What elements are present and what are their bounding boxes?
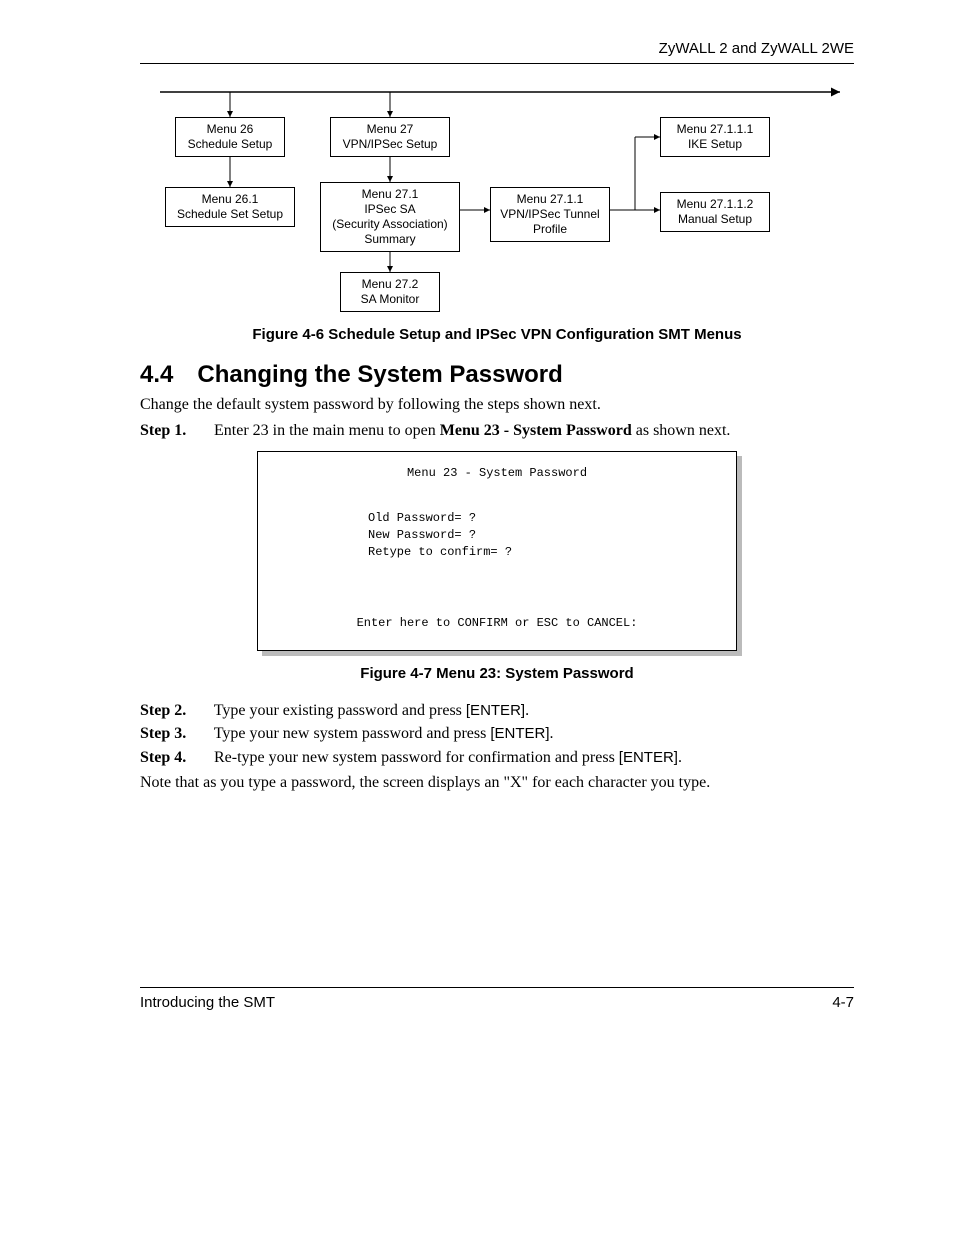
step-label: Step 1.	[140, 420, 210, 442]
box-line: SA Monitor	[347, 292, 433, 307]
box-menu-27-2: Menu 27.2 SA Monitor	[340, 272, 440, 312]
box-menu-27: Menu 27 VPN/IPSec Setup	[330, 117, 450, 157]
step-1: Step 1. Enter 23 in the main menu to ope…	[140, 420, 854, 442]
box-line: IPSec SA	[327, 202, 453, 217]
section-heading: 4.4 Changing the System Password	[140, 361, 854, 389]
box-menu-27-1-1: Menu 27.1.1 VPN/IPSec Tunnel Profile	[490, 187, 610, 242]
step-text: Enter 23 in the main menu to open	[214, 422, 440, 439]
box-menu-26: Menu 26 Schedule Setup	[175, 117, 285, 157]
step-tail: .	[525, 702, 529, 719]
box-line: (Security Association)	[327, 217, 453, 232]
box-menu-26-1: Menu 26.1 Schedule Set Setup	[165, 187, 295, 227]
box-line: Menu 27.1	[327, 187, 453, 202]
step-label: Step 4.	[140, 747, 210, 769]
step-bold: Menu 23 - System Password	[440, 422, 632, 439]
box-menu-27-1-1-2: Menu 27.1.1.2 Manual Setup	[660, 192, 770, 232]
step-2: Step 2. Type your existing password and …	[140, 700, 854, 722]
section-intro: Change the default system password by fo…	[140, 395, 854, 416]
terminal-confirm-line: Enter here to CONFIRM or ESC to CANCEL:	[278, 616, 716, 630]
terminal-retype: Retype to confirm= ?	[368, 544, 716, 561]
box-line: Profile	[497, 222, 603, 237]
footer-left: Introducing the SMT	[140, 994, 275, 1011]
box-line: Menu 27.2	[347, 277, 433, 292]
section-number: 4.4	[140, 361, 173, 388]
box-line: VPN/IPSec Tunnel	[497, 207, 603, 222]
figure-4-6-caption: Figure 4-6 Schedule Setup and IPSec VPN …	[140, 326, 854, 343]
box-line: Menu 27	[337, 122, 443, 137]
step-4: Step 4. Re-type your new system password…	[140, 747, 854, 769]
box-line: Menu 27.1.1	[497, 192, 603, 207]
key-enter: [ENTER]	[490, 725, 549, 742]
section-title: Changing the System Password	[197, 361, 562, 388]
step-3: Step 3. Type your new system password an…	[140, 723, 854, 745]
box-line: IKE Setup	[667, 137, 763, 152]
terminal-new-password: New Password= ?	[368, 527, 716, 544]
box-line: Menu 27.1.1.1	[667, 122, 763, 137]
menu-flow-diagram: Menu 26 Schedule Setup Menu 26.1 Schedul…	[140, 82, 854, 312]
password-note: Note that as you type a password, the sc…	[140, 773, 854, 794]
box-line: VPN/IPSec Setup	[337, 137, 443, 152]
step-text: Re-type your new system password for con…	[214, 749, 619, 766]
box-menu-27-1-1-1: Menu 27.1.1.1 IKE Setup	[660, 117, 770, 157]
terminal-box: Menu 23 - System Password Old Password= …	[257, 451, 737, 650]
terminal-title: Menu 23 - System Password	[278, 466, 716, 480]
box-line: Menu 26.1	[172, 192, 288, 207]
footer-rule	[140, 987, 854, 988]
box-line: Menu 26	[182, 122, 278, 137]
footer-page-number: 4-7	[832, 994, 854, 1011]
page-header-product: ZyWALL 2 and ZyWALL 2WE	[140, 40, 854, 57]
step-text-tail: as shown next.	[632, 422, 731, 439]
box-menu-27-1: Menu 27.1 IPSec SA (Security Association…	[320, 182, 460, 252]
figure-4-7-caption: Figure 4-7 Menu 23: System Password	[140, 665, 854, 682]
step-tail: .	[678, 749, 682, 766]
key-enter: [ENTER]	[619, 749, 678, 766]
terminal-old-password: Old Password= ?	[368, 510, 716, 527]
step-text: Type your new system password and press	[214, 725, 491, 742]
step-tail: .	[550, 725, 554, 742]
step-label: Step 2.	[140, 700, 210, 722]
box-line: Menu 27.1.1.2	[667, 197, 763, 212]
step-label: Step 3.	[140, 723, 210, 745]
box-line: Manual Setup	[667, 212, 763, 227]
key-enter: [ENTER]	[466, 702, 525, 719]
step-text: Type your existing password and press	[214, 702, 466, 719]
box-line: Summary	[327, 232, 453, 247]
header-rule	[140, 63, 854, 64]
box-line: Schedule Setup	[182, 137, 278, 152]
box-line: Schedule Set Setup	[172, 207, 288, 222]
terminal-screenshot: Menu 23 - System Password Old Password= …	[257, 451, 737, 650]
